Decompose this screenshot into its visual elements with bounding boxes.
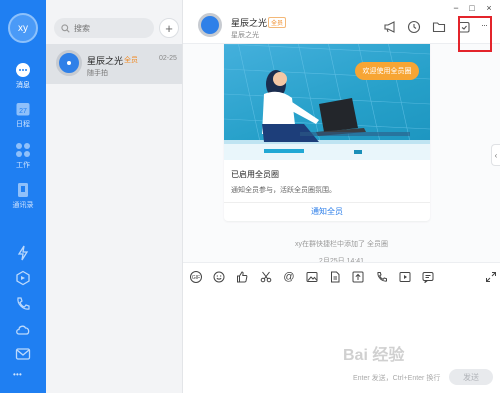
- chat-record-icon[interactable]: [422, 271, 434, 283]
- upload-icon[interactable]: [352, 271, 364, 283]
- image-icon[interactable]: [306, 271, 318, 283]
- more-icon[interactable]: • • •: [13, 370, 33, 386]
- search-input[interactable]: [74, 23, 144, 33]
- notify-all-link[interactable]: 通知全员: [224, 206, 430, 217]
- system-message: xy在群快捷栏中添加了 全员圈: [295, 241, 388, 248]
- calendar-icon: 27: [16, 103, 30, 116]
- send-button[interactable]: 发送: [449, 369, 493, 385]
- clock-icon[interactable]: [407, 20, 421, 34]
- chat-title-tag: 全员: [268, 17, 287, 28]
- banner-bubble: 欢迎使用全员圈: [355, 62, 419, 80]
- expand-icon[interactable]: [485, 271, 497, 283]
- collapse-sidebar-button[interactable]: ‹: [491, 144, 500, 166]
- file-icon[interactable]: [329, 271, 341, 283]
- highlight-box: [458, 16, 492, 52]
- contacts-icon: [18, 183, 28, 197]
- grid-apps-icon: [16, 143, 30, 157]
- card-title: 已启用全员圈: [231, 170, 279, 179]
- group-avatar: [56, 50, 82, 76]
- scissors-icon[interactable]: [260, 271, 272, 283]
- conversation-tag: 全员: [124, 57, 138, 64]
- gif-icon[interactable]: GIF: [190, 271, 202, 283]
- folder-icon[interactable]: [432, 20, 446, 34]
- chat-panel: xy在群快捷栏中添加了 全员圈 2月25日 14:41 欢迎使用全员圈 已启用全…: [183, 0, 500, 393]
- chat-subtitle: 星辰之光: [231, 32, 259, 39]
- nav-work-label: 工作: [16, 162, 30, 169]
- megaphone-icon[interactable]: [383, 20, 397, 34]
- close-button[interactable]: ×: [484, 3, 494, 13]
- nav-contacts[interactable]: 通讯录: [0, 182, 46, 210]
- lightning-icon[interactable]: [15, 245, 31, 261]
- conversation-item[interactable]: 星辰之光 全员 02-25 随手拍: [46, 44, 182, 84]
- emoji-icon[interactable]: [213, 271, 225, 283]
- conversation-name: 星辰之光: [87, 56, 124, 66]
- search-icon: [61, 23, 70, 33]
- conversation-list: + 星辰之光 全员 02-25 随手拍: [46, 0, 183, 393]
- card-divider: [224, 202, 430, 203]
- cube-icon[interactable]: [15, 270, 31, 286]
- maximize-button[interactable]: □: [467, 3, 477, 13]
- send-hint: Enter 发送，Ctrl+Enter 换行: [353, 375, 441, 382]
- app-window: xy 消息 27 日程 工作 通讯录 • • • +: [0, 0, 500, 393]
- nav-contacts-label: 通讯录: [12, 202, 34, 209]
- chat-header: 星辰之光 全员 星辰之光 ··· − □ ×: [183, 0, 500, 52]
- nav-schedule[interactable]: 27 日程: [0, 101, 46, 129]
- card-description: 通知全员参与，活跃全员圈氛围。: [231, 187, 336, 194]
- calendar-day: 27: [19, 108, 27, 115]
- input-area: GIF @ Bai 经验 Enter 发送，Ctrl+Enter 换行 发送: [183, 262, 500, 393]
- thumbs-up-icon[interactable]: [236, 271, 248, 283]
- conversation-preview: 随手拍: [87, 70, 108, 77]
- chat-bubble-icon: [16, 63, 30, 77]
- mail-icon[interactable]: [15, 346, 31, 362]
- cloud-icon[interactable]: [15, 321, 31, 337]
- chat-title: 星辰之光: [231, 18, 268, 28]
- user-avatar[interactable]: xy: [8, 13, 38, 43]
- nav-messages[interactable]: 消息: [0, 62, 46, 90]
- banner-illustration: [224, 24, 430, 161]
- add-button[interactable]: +: [159, 18, 179, 38]
- welcome-banner: 欢迎使用全员圈: [224, 24, 430, 161]
- nav-messages-label: 消息: [16, 82, 30, 89]
- video-icon[interactable]: [399, 271, 411, 283]
- left-nav-rail: xy 消息 27 日程 工作 通讯录 • • •: [0, 0, 46, 393]
- chat-avatar[interactable]: [198, 13, 222, 37]
- phone-icon[interactable]: [15, 296, 31, 312]
- at-icon[interactable]: @: [283, 271, 295, 283]
- search-box[interactable]: [54, 18, 154, 38]
- nav-schedule-label: 日程: [16, 121, 30, 128]
- minimize-button[interactable]: −: [451, 3, 461, 13]
- welcome-card: 欢迎使用全员圈 已启用全员圈 通知全员参与，活跃全员圈氛围。 通知全员: [224, 24, 430, 221]
- nav-work[interactable]: 工作: [0, 142, 46, 170]
- conversation-time: 02-25: [159, 55, 177, 62]
- call-icon[interactable]: [376, 271, 388, 283]
